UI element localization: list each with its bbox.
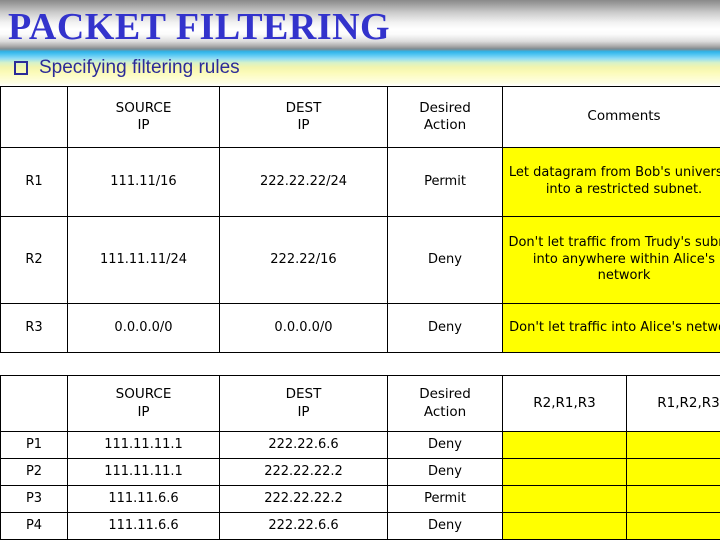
page-title: PACKET FILTERING [8, 6, 391, 48]
packet-order1-result-cell [502, 431, 627, 459]
subtitle-label: Specifying filtering rules [39, 57, 240, 78]
filtering-rules-table: SOURCE IP DEST IP Desired Action Comment… [0, 86, 720, 353]
rule-source-cell: 111.11/16 [67, 147, 220, 217]
rule-action-cell: Deny [387, 303, 503, 353]
packet-dest-cell: 222.22.6.6 [219, 512, 388, 540]
packet-id-cell: P1 [0, 431, 68, 459]
rule-id-cell: R2 [0, 216, 68, 304]
rule-dest-cell: 222.22.22/24 [219, 147, 388, 217]
column-header-rule-id [0, 86, 68, 148]
packet-id-cell: P2 [0, 458, 68, 486]
table-header-row: SOURCE IP DEST IP Desired Action Comment… [0, 86, 720, 148]
column-header-rule-order-2: R1,R2,R3 [626, 375, 720, 432]
column-header-dest-line2: IP [297, 117, 310, 133]
rule-comment-cell: Don't let traffic from Trudy's subnet in… [502, 216, 720, 304]
column-header-dest-line1: DEST [285, 99, 322, 116]
column-header-desired-action: Desired Action [387, 86, 503, 148]
column-header-packet-id [0, 375, 68, 432]
packet-order2-result-cell [626, 458, 720, 486]
slide-canvas: PACKET FILTERING Specifying filtering ru… [0, 0, 720, 540]
packet-order2-result-cell [626, 485, 720, 513]
rule-dest-cell: 222.22/16 [219, 216, 388, 304]
column-header-action-line1: Desired [419, 99, 471, 116]
packet-dest-cell: 222.22.22.2 [219, 485, 388, 513]
column-header-source-line1: SOURCE [115, 99, 172, 116]
packet-evaluation-table: SOURCE IP DEST IP Desired Action R2,R1,R… [0, 375, 720, 540]
column-header-action-line2: Action [423, 117, 467, 133]
packet-action-cell: Deny [387, 512, 503, 540]
packet-source-cell: 111.11.11.1 [67, 458, 220, 486]
column-header-action-line1: Desired [419, 386, 471, 403]
rule-comment-cell: Let datagram from Bob's university into … [502, 147, 720, 217]
packet-dest-cell: 222.22.6.6 [219, 431, 388, 459]
rule-action-cell: Deny [387, 216, 503, 304]
column-header-comments: Comments [502, 86, 720, 148]
packet-order2-result-cell [626, 431, 720, 459]
table-row: R2 111.11.11/24 222.22/16 Deny Don't let… [0, 216, 720, 304]
packet-action-cell: Deny [387, 431, 503, 459]
table-row: P3 111.11.6.6 222.22.22.2 Permit [0, 485, 720, 513]
column-header-action-line2: Action [423, 403, 467, 420]
rule-id-cell: R3 [0, 303, 68, 353]
column-header-source-line2: IP [137, 403, 150, 420]
table-row: P4 111.11.6.6 222.22.6.6 Deny [0, 512, 720, 540]
table-row: P2 111.11.11.1 222.22.22.2 Deny [0, 458, 720, 486]
packet-source-cell: 111.11.6.6 [67, 512, 220, 540]
rule-dest-cell: 0.0.0.0/0 [219, 303, 388, 353]
table-row: R1 111.11/16 222.22.22/24 Permit Let dat… [0, 147, 720, 217]
rule-action-cell: Permit [387, 147, 503, 217]
table-row: P1 111.11.11.1 222.22.6.6 Deny [0, 431, 720, 459]
rule-id-cell: R1 [0, 147, 68, 217]
rule-source-cell: 111.11.11/24 [67, 216, 220, 304]
packet-source-cell: 111.11.6.6 [67, 485, 220, 513]
rule-source-cell: 0.0.0.0/0 [67, 303, 220, 353]
packet-order1-result-cell [502, 485, 627, 513]
packet-action-cell: Permit [387, 485, 503, 513]
packet-action-cell: Deny [387, 458, 503, 486]
packet-order2-result-cell [626, 512, 720, 540]
column-header-dest-ip: DEST IP [219, 86, 388, 148]
column-header-dest-ip: DEST IP [219, 375, 388, 432]
column-header-dest-line1: DEST [285, 386, 322, 403]
column-header-dest-line2: IP [297, 403, 310, 420]
packet-id-cell: P3 [0, 485, 68, 513]
packet-order1-result-cell [502, 512, 627, 540]
hollow-square-bullet-icon [14, 61, 28, 75]
column-header-rule-order-1: R2,R1,R3 [502, 375, 627, 432]
column-header-source-ip: SOURCE IP [67, 86, 220, 148]
packet-id-cell: P4 [0, 512, 68, 540]
rule-comment-cell: Don't let traffic into Alice's network [502, 303, 720, 353]
packet-dest-cell: 222.22.22.2 [219, 458, 388, 486]
packet-source-cell: 111.11.11.1 [67, 431, 220, 459]
table-header-row: SOURCE IP DEST IP Desired Action R2,R1,R… [0, 375, 720, 432]
column-header-source-line1: SOURCE [115, 386, 172, 403]
column-header-source-ip: SOURCE IP [67, 375, 220, 432]
subtitle-bullet-row: Specifying filtering rules [14, 55, 704, 81]
table-row: R3 0.0.0.0/0 0.0.0.0/0 Deny Don't let tr… [0, 303, 720, 353]
packet-order1-result-cell [502, 458, 627, 486]
column-header-desired-action: Desired Action [387, 375, 503, 432]
column-header-source-line2: IP [137, 117, 150, 133]
